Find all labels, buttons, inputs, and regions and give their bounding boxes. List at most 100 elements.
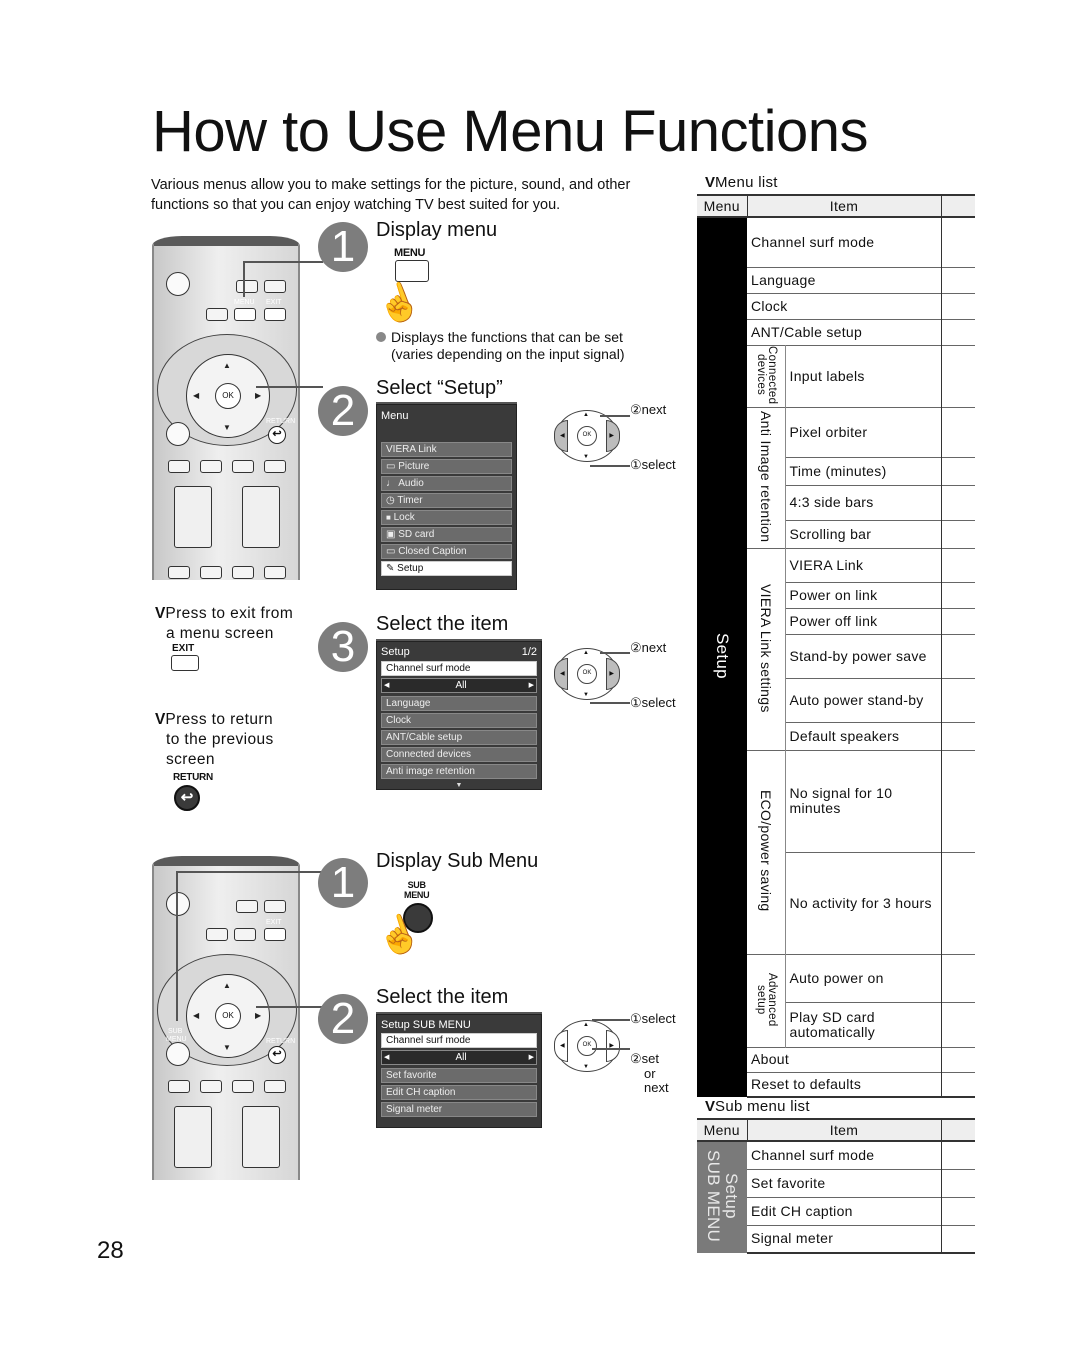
picture-icon: ▭ — [386, 461, 396, 472]
audio-icon: ♩ — [386, 478, 396, 489]
table-header-row: Menu Item — [697, 194, 975, 218]
down-arrow-icon: ▼ — [583, 454, 589, 460]
menu-item-picture[interactable]: ▭ Picture — [381, 459, 512, 474]
remote-exit-button — [264, 308, 286, 321]
remote-button — [232, 566, 254, 579]
step-number-3: 3 — [318, 622, 368, 672]
menu-item-closed-caption[interactable]: ▭ Closed Caption — [381, 544, 512, 559]
table-row: Setup SUB MENU Channel surf mode — [697, 1140, 975, 1253]
annotation-or: or — [644, 1066, 656, 1081]
up-arrow-icon: ▲ — [583, 1022, 589, 1028]
remote-dpad: ▲ ◀ OK ▶ ▼ — [186, 974, 270, 1058]
bullet-dot-icon — [376, 332, 386, 342]
remote-button — [264, 280, 286, 293]
hand-pointer-icon: ☝ — [370, 275, 427, 330]
menu-item-viera-link[interactable]: VIERA Link — [381, 442, 512, 457]
menu-item-sd-card[interactable]: ▣ SD card — [381, 527, 512, 542]
item-cell: Set favorite — [747, 1168, 942, 1197]
leader-line — [243, 261, 323, 263]
blank-cell — [941, 1224, 975, 1254]
setup-item-anti-image[interactable]: Anti image retention — [381, 764, 537, 779]
remote-menu-label: MENU — [234, 299, 255, 306]
menu-item-label: Lock — [393, 512, 415, 523]
remote-button — [200, 1080, 222, 1093]
channel-surf-value-selector[interactable]: ◀ All ▶ — [381, 678, 537, 693]
blank-cell — [941, 266, 975, 293]
submenu-item-label: Channel surf mode — [386, 1035, 471, 1046]
remote-dpad: ▲ ◀ OK ▶ ▼ — [186, 354, 270, 438]
menu-item-label: Setup — [397, 563, 424, 574]
submenu-item-signal-meter[interactable]: Signal meter — [381, 1102, 537, 1117]
blank-cell — [941, 1168, 975, 1197]
annotation-line — [600, 415, 630, 417]
group-label-line: setup — [754, 984, 767, 1015]
dpad-diagram: ▲ ▼ ◀ ▶ OK — [554, 410, 620, 462]
down-arrow-icon: ▼ — [223, 1043, 231, 1052]
setup-item-ant-cable[interactable]: ANT/Cable setup — [381, 730, 537, 745]
item-cell: Auto power on — [785, 953, 942, 1003]
lock-icon: ■ — [386, 513, 391, 522]
v-marker-icon: V — [155, 605, 165, 622]
annotation-select: ①select — [630, 457, 676, 472]
setup-item-language[interactable]: Language — [381, 696, 537, 711]
menu-item-audio[interactable]: ♩ Audio — [381, 476, 512, 491]
note-line: to the previous — [166, 731, 274, 748]
channel-surf-value-selector[interactable]: ◀ All ▶ — [381, 1050, 537, 1065]
note-line: Press to exit from — [165, 605, 294, 622]
step-heading-display-sub-menu: Display Sub Menu — [376, 850, 539, 872]
blank-cell — [941, 1046, 975, 1073]
item-cell: Auto power stand-by — [785, 677, 942, 723]
menu-item-label: Closed Caption — [398, 546, 467, 557]
ok-button: OK — [215, 1003, 241, 1029]
dpad-diagram: ▲ ▼ ◀ ▶ OK — [554, 648, 620, 700]
menu-item-setup[interactable]: ✎ Setup — [381, 561, 512, 576]
note-line: Press to return — [165, 711, 273, 728]
menu-name-line: Setup — [722, 1173, 741, 1219]
submenu-item-channel-surf-mode[interactable]: Channel surf mode — [381, 1033, 537, 1048]
item-cell: Signal meter — [747, 1224, 942, 1254]
group-label: VIERA Link settings — [757, 583, 774, 713]
item-cell: No signal for 10 minutes — [785, 749, 942, 853]
blank-cell — [941, 344, 975, 408]
note-line: a menu screen — [166, 625, 274, 642]
item-cell: 4:3 side bars — [785, 484, 942, 521]
remote-round-button — [166, 422, 190, 446]
setup-item-label: Language — [386, 698, 431, 709]
setup-item-label: ANT/Cable setup — [386, 732, 463, 743]
menu-item-lock[interactable]: ■ Lock — [381, 510, 512, 525]
group-viera-link-settings: VIERA Link settings — [747, 547, 786, 751]
sub-menu-screen: Setup SUB MENU Channel surf mode ◀ All ▶… — [376, 1014, 542, 1128]
setup-item-clock[interactable]: Clock — [381, 713, 537, 728]
remote-button — [232, 460, 254, 473]
item-cell: Channel surf mode — [747, 216, 942, 267]
note-line: screen — [166, 751, 215, 768]
osd-title: Setup SUB MENU — [381, 1019, 471, 1031]
menu-item-timer[interactable]: ◷ Timer — [381, 493, 512, 508]
leader-line — [176, 871, 178, 1021]
setup-item-channel-surf-mode[interactable]: Channel surf mode — [381, 661, 537, 676]
submenu-item-set-favorite[interactable]: Set favorite — [381, 1068, 537, 1083]
group-anti-image-retention: Anti Image retention — [747, 406, 786, 549]
blank-cell — [941, 456, 975, 486]
table-header-row: Menu Item — [697, 1118, 975, 1142]
v-marker-icon: V — [155, 711, 165, 728]
left-arrow-icon: ◀ — [560, 671, 565, 677]
remote-return-label: RETURN — [266, 418, 296, 425]
submenu-item-edit-ch-caption[interactable]: Edit CH caption — [381, 1085, 537, 1100]
table-row: Setup Channel surf mode — [697, 216, 975, 1098]
setup-item-connected-devices[interactable]: Connected devices — [381, 747, 537, 762]
blank-cell — [941, 1140, 975, 1169]
blank-cell — [941, 1071, 975, 1099]
blank-cell — [941, 1001, 975, 1048]
item-cell: Clock — [747, 292, 942, 319]
sub-menu-list-table: Menu Item Setup SUB MENU Channel surf mod… — [697, 1118, 975, 1254]
menu-key-label: MENU — [394, 247, 426, 259]
scroll-down-icon[interactable]: ▼ — [377, 782, 541, 789]
ok-button: OK — [577, 426, 597, 446]
menu-item-label: Audio — [398, 478, 424, 489]
remote-button — [206, 308, 228, 321]
menu-cell-setup: Setup — [697, 217, 747, 1098]
remote-button — [200, 566, 222, 579]
remote-button — [168, 460, 190, 473]
right-arrow-icon: ▶ — [528, 682, 534, 689]
